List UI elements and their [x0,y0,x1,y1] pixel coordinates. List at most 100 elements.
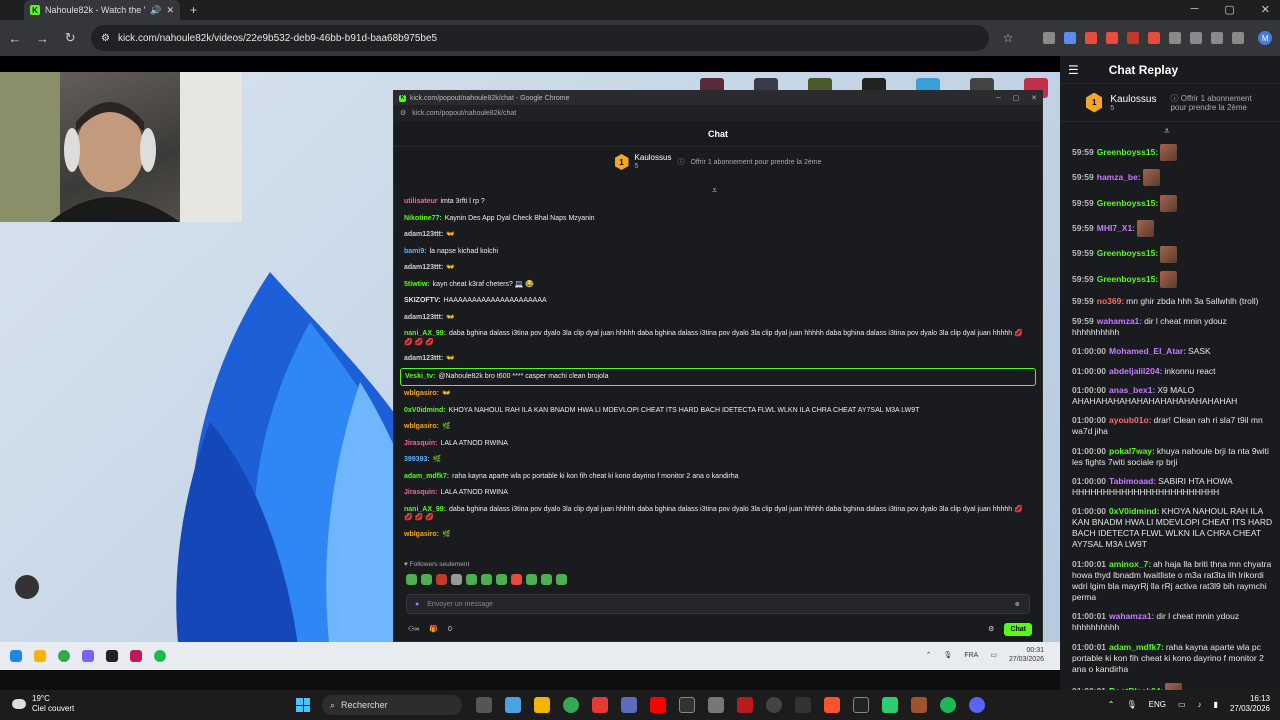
taskbar-search[interactable]: ⌕ Rechercher [322,695,462,715]
steam-icon[interactable] [708,697,724,713]
chevron-up-icon[interactable]: ⌃ [1108,700,1115,709]
network-icon[interactable]: ▭ [1178,700,1186,709]
chat-username[interactable]: SKIZOFTV: [404,297,441,304]
site-info-icon[interactable]: ⚙ [400,109,406,117]
collapse-menu-icon[interactable]: ☰ [1068,63,1079,77]
mic-icon[interactable]: ● [415,601,419,608]
chat-username[interactable]: Veski_tv: [405,373,435,380]
chat-username[interactable]: adam123ttt: [404,314,443,321]
maximize-icon[interactable]: ▢ [1013,94,1020,102]
bookmark-star-icon[interactable]: ☆ [1003,31,1014,45]
emote-button[interactable] [466,574,477,585]
back-icon[interactable]: ← [8,31,22,46]
extensions-puzzle-icon[interactable] [1190,32,1203,44]
chat-username[interactable]: Jirasquin: [404,489,437,496]
tiktok-icon[interactable] [853,697,869,713]
site-info-icon[interactable]: ⚙ [101,33,110,44]
extension-icon[interactable] [1043,32,1056,44]
gift-icon[interactable]: 🎁 [429,625,438,633]
youtube-icon[interactable] [650,697,666,713]
weather-widget[interactable]: 19°C Ciel couvert [12,694,74,714]
battery-icon[interactable]: ▮ [1214,700,1218,709]
emoji-icon[interactable]: ☻ [1014,601,1021,608]
downloads-icon[interactable] [1232,32,1245,44]
message-input[interactable]: ● Envoyer un message ☻ [406,594,1030,614]
chat-username[interactable]: wahamza1: [1109,611,1154,621]
chat-username[interactable]: adam_mdfk7: [1109,642,1164,652]
video-player[interactable]: ⌃ 🎙 FRA ▭ 00:31 27/03/2026 K kick.com/po… [0,72,1060,670]
send-chat-button[interactable]: Chat [1004,622,1032,636]
chat-username[interactable]: Greenboyss15: [1097,147,1158,157]
chat-username[interactable]: Tabimoaad: [1109,476,1156,486]
emote-button[interactable] [421,574,432,585]
close-tab-icon[interactable]: ✕ [166,5,174,16]
url-input[interactable]: ⚙ kick.com/nahoule82k/videos/22e9b532-de… [90,25,989,51]
maximize-icon[interactable]: ▢ [1224,3,1234,16]
app-icon[interactable] [882,697,898,713]
volume-icon[interactable]: ♪ [1198,700,1202,709]
close-window-icon[interactable]: ✕ [1261,3,1270,16]
chat-username[interactable]: 0xV0idmind: [1109,506,1160,516]
copilot-icon[interactable] [505,697,521,713]
chat-username[interactable]: adam123ttt: [404,264,443,271]
emote-button[interactable] [526,574,537,585]
extension-icon[interactable] [1127,32,1140,44]
minimize-icon[interactable]: ─ [996,95,1001,102]
chat-username[interactable]: ayoub01o: [1109,415,1152,425]
chat-username[interactable]: utilisateur [404,198,437,205]
app-icon[interactable] [737,697,753,713]
emote-button[interactable] [541,574,552,585]
chat-username[interactable]: Jirasquin: [404,440,437,447]
browser-tab[interactable]: K Nahoule82k - Watch the Vé 🔊 ✕ [24,0,180,20]
brave-icon[interactable] [824,697,840,713]
chat-username[interactable]: Nikotine77: [404,215,442,222]
xm-icon[interactable] [795,697,811,713]
chat-username[interactable]: 5tiwtiw: [404,281,430,288]
chat-username[interactable]: nani_AX_99: [404,330,446,337]
windows-start-icon[interactable] [296,698,310,712]
minimize-icon[interactable]: ─ [1191,3,1199,16]
chat-username[interactable]: Greenboyss15: [1097,248,1158,258]
explorer-icon[interactable] [534,697,550,713]
chat-username[interactable]: pokal7way: [1109,446,1155,456]
scroll-down-icon[interactable]: ⩡ [1164,126,1170,137]
extension-icon[interactable] [1169,32,1182,44]
chat-username[interactable]: abdeljalil204: [1109,366,1162,376]
chat-username[interactable]: adam123ttt: [404,355,443,362]
extension-icon[interactable] [1085,32,1098,44]
chat-username[interactable]: nani_AX_99: [404,506,446,513]
chat-username[interactable]: 399393: [404,456,430,463]
fn-icon[interactable] [679,697,695,713]
extension-icon[interactable] [1106,32,1119,44]
chat-username[interactable]: adam123ttt: [404,231,443,238]
chat-username[interactable]: no369: [1097,296,1124,306]
mic-icon[interactable]: 🎙 [1126,700,1136,709]
emote-button[interactable] [496,574,507,585]
discord-icon[interactable] [969,697,985,713]
lang-indicator[interactable]: ENG [1149,700,1166,709]
chat-username[interactable]: anas_bex1: [1109,385,1155,395]
emote-button[interactable] [406,574,417,585]
chrome-icon[interactable] [563,697,579,713]
chat-username[interactable]: wahamza1: [1097,316,1142,326]
forward-icon[interactable]: → [36,31,50,46]
emote-button[interactable] [511,574,522,585]
chat-username[interactable]: 0xV0idmind: [404,407,446,414]
new-tab-button[interactable]: + [190,3,197,17]
close-icon[interactable]: ✕ [1031,94,1037,102]
emote-button[interactable] [481,574,492,585]
chat-username[interactable]: wblgasiro: [404,423,439,430]
popup-url[interactable]: kick.com/popout/nahoule82k/chat [412,110,516,117]
app-icon[interactable] [911,697,927,713]
emote-button[interactable] [436,574,447,585]
infinity-icon[interactable]: ⚇∞ [408,625,419,633]
settings-gear-icon[interactable]: ⚙ [988,625,994,633]
chat-username[interactable]: Mohamed_El_Atar: [1109,346,1186,356]
extension-icon[interactable] [1148,32,1161,44]
reload-icon[interactable]: ↻ [63,30,77,46]
emote-button[interactable] [556,574,567,585]
chat-username[interactable]: hamza_be: [1097,172,1141,182]
chat-username[interactable]: Greenboyss15: [1097,274,1158,284]
task-view-icon[interactable] [476,697,492,713]
spotify-icon[interactable] [940,697,956,713]
